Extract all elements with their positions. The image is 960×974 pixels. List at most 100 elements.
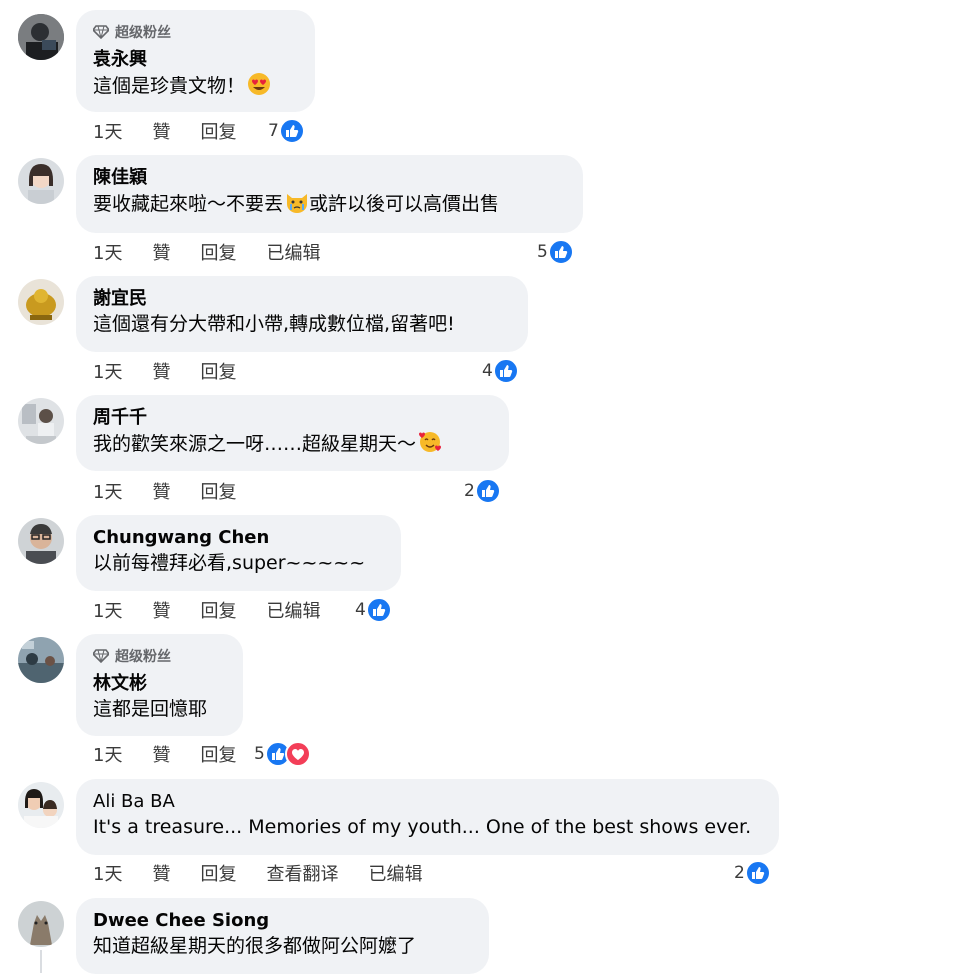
avatar-image bbox=[18, 14, 64, 60]
edited-label[interactable]: 已编辑 bbox=[368, 860, 422, 886]
avatar[interactable] bbox=[18, 637, 64, 683]
avatar[interactable] bbox=[18, 279, 64, 325]
timestamp[interactable]: 1天 bbox=[93, 118, 122, 144]
reaction-count-label: 5 bbox=[254, 744, 265, 764]
timestamp[interactable]: 1天 bbox=[93, 860, 122, 886]
timestamp[interactable]: 1天 bbox=[93, 358, 122, 384]
diamond-icon bbox=[93, 25, 109, 39]
like-icon bbox=[744, 860, 771, 886]
comment-text: 這都是回憶耶 bbox=[93, 698, 208, 720]
commenter-name[interactable]: Chungwang Chen bbox=[93, 526, 384, 550]
reaction-count-label: 4 bbox=[482, 361, 493, 381]
comment-text-body: 這個是珍貴文物！ bbox=[93, 75, 246, 97]
comment-actions: 1天 贊 回复 已编辑 bbox=[93, 237, 350, 267]
reaction-count-label: 4 bbox=[355, 600, 366, 620]
avatar-image bbox=[18, 158, 64, 204]
commenter-name[interactable]: Dwee Chee Siong bbox=[93, 909, 472, 933]
commenter-name[interactable]: 陳佳穎 bbox=[93, 166, 566, 190]
heart-icon bbox=[284, 741, 311, 767]
reaction-count[interactable]: 5 bbox=[254, 739, 311, 769]
reaction-count[interactable]: 2 bbox=[464, 476, 501, 506]
comment-text-body: 我的歡笑來源之一呀……超級星期天～ bbox=[93, 433, 417, 455]
reaction-count-label: 2 bbox=[734, 863, 745, 883]
comment-text: 這個還有分大帶和小帶,轉成數位檔,留著吧! bbox=[93, 313, 455, 335]
like-button[interactable]: 贊 bbox=[152, 741, 170, 767]
reaction-count[interactable]: 4 bbox=[355, 595, 392, 625]
commenter-name[interactable]: 謝宜民 bbox=[93, 287, 511, 311]
comment-bubble: 陳佳穎 要收藏起來啦～不要丟 或許以後可以高價出售 bbox=[76, 155, 583, 233]
comment-text-body: 要收藏起來啦～不要丟 bbox=[93, 193, 284, 215]
like-icon bbox=[278, 118, 305, 144]
reaction-count-label: 5 bbox=[537, 242, 548, 262]
comment-text-body-2: 或許以後可以高價出售 bbox=[309, 193, 500, 215]
avatar[interactable] bbox=[18, 901, 64, 947]
avatar[interactable] bbox=[18, 14, 64, 60]
comment-actions: 1天 贊 回复 bbox=[93, 476, 266, 506]
reaction-count[interactable]: 7 bbox=[268, 116, 305, 146]
comment-bubble: 超级粉丝 袁永興 這個是珍貴文物！ bbox=[76, 10, 315, 112]
reply-button[interactable]: 回复 bbox=[200, 860, 236, 886]
avatar-image bbox=[18, 637, 64, 683]
see-translation-link[interactable]: 查看翻译 bbox=[266, 860, 338, 886]
reply-button[interactable]: 回复 bbox=[200, 358, 236, 384]
avatar-image bbox=[18, 901, 64, 947]
like-button[interactable]: 贊 bbox=[152, 597, 170, 623]
super-fan-badge: 超级粉丝 bbox=[93, 22, 298, 42]
reaction-count-label: 2 bbox=[464, 481, 475, 501]
timestamp[interactable]: 1天 bbox=[93, 478, 122, 504]
reaction-count-label: 7 bbox=[268, 121, 279, 141]
timestamp[interactable]: 1天 bbox=[93, 239, 122, 265]
reaction-count[interactable]: 4 bbox=[482, 356, 519, 386]
comment-text: 這個是珍貴文物！ bbox=[93, 72, 298, 103]
avatar[interactable] bbox=[18, 398, 64, 444]
reply-button[interactable]: 回复 bbox=[200, 239, 236, 265]
edited-label[interactable]: 已编辑 bbox=[266, 239, 320, 265]
comment-text: 我的歡笑來源之一呀……超級星期天～ bbox=[93, 430, 492, 461]
badge-label: 超级粉丝 bbox=[115, 25, 171, 41]
super-fan-badge: 超级粉丝 bbox=[93, 646, 226, 666]
commenter-name[interactable]: 袁永興 bbox=[93, 48, 298, 72]
comment-bubble: Dwee Chee Siong 知道超級星期天的很多都做阿公阿嬤了 bbox=[76, 898, 489, 974]
avatar-image bbox=[18, 279, 64, 325]
avatar-image bbox=[18, 398, 64, 444]
like-button[interactable]: 贊 bbox=[152, 239, 170, 265]
comment-actions: 1天 贊 回复 bbox=[93, 356, 266, 386]
comment-text: 要收藏起來啦～不要丟 或許以後可以高價出售 bbox=[93, 190, 566, 221]
comment-actions: 1天 贊 回复 查看翻译 已编辑 bbox=[93, 858, 452, 888]
like-button[interactable]: 贊 bbox=[152, 478, 170, 504]
smiling-face-with-hearts-emoji-icon bbox=[418, 430, 442, 461]
edited-label[interactable]: 已编辑 bbox=[266, 597, 320, 623]
avatar-image bbox=[18, 518, 64, 564]
comment-text: 以前每禮拜必看,super~~~~~ bbox=[93, 552, 366, 574]
like-button[interactable]: 贊 bbox=[152, 358, 170, 384]
commenter-name[interactable]: 周千千 bbox=[93, 406, 492, 430]
commenter-name[interactable]: Ali Ba BA bbox=[93, 790, 762, 814]
comment-bubble: 超级粉丝 林文彬 這都是回憶耶 bbox=[76, 634, 243, 736]
timestamp[interactable]: 1天 bbox=[93, 741, 122, 767]
comment-bubble: Chungwang Chen 以前每禮拜必看,super~~~~~ bbox=[76, 515, 401, 591]
crying-cat-emoji-icon bbox=[285, 190, 309, 221]
like-button[interactable]: 贊 bbox=[152, 118, 170, 144]
thread-line bbox=[40, 950, 42, 973]
reply-button[interactable]: 回复 bbox=[200, 118, 236, 144]
comment-actions: 1天 贊 回复 bbox=[93, 739, 266, 769]
comment-text: 知道超級星期天的很多都做阿公阿嬤了 bbox=[93, 935, 417, 957]
comment-actions: 1天 贊 回复 bbox=[93, 116, 266, 146]
like-icon bbox=[365, 597, 392, 623]
comment-bubble: 周千千 我的歡笑來源之一呀……超級星期天～ bbox=[76, 395, 509, 471]
diamond-icon bbox=[93, 649, 109, 663]
like-icon bbox=[547, 239, 574, 265]
avatar[interactable] bbox=[18, 158, 64, 204]
avatar[interactable] bbox=[18, 518, 64, 564]
avatar[interactable] bbox=[18, 782, 64, 828]
timestamp[interactable]: 1天 bbox=[93, 597, 122, 623]
reaction-count[interactable]: 5 bbox=[537, 237, 574, 267]
comment-bubble: 謝宜民 這個還有分大帶和小帶,轉成數位檔,留著吧! bbox=[76, 276, 528, 352]
like-button[interactable]: 贊 bbox=[152, 860, 170, 886]
reply-button[interactable]: 回复 bbox=[200, 478, 236, 504]
commenter-name[interactable]: 林文彬 bbox=[93, 672, 226, 696]
reply-button[interactable]: 回复 bbox=[200, 597, 236, 623]
reaction-count[interactable]: 2 bbox=[734, 858, 771, 888]
comment-text: It's a treasure... Memories of my youth.… bbox=[93, 816, 752, 838]
reply-button[interactable]: 回复 bbox=[200, 741, 236, 767]
